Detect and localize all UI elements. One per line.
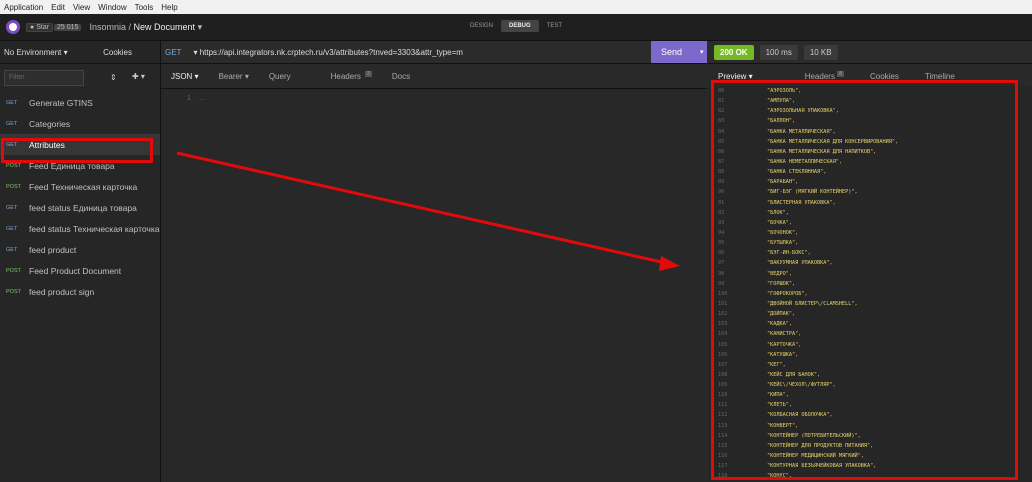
annotation-arrow bbox=[176, 151, 680, 271]
